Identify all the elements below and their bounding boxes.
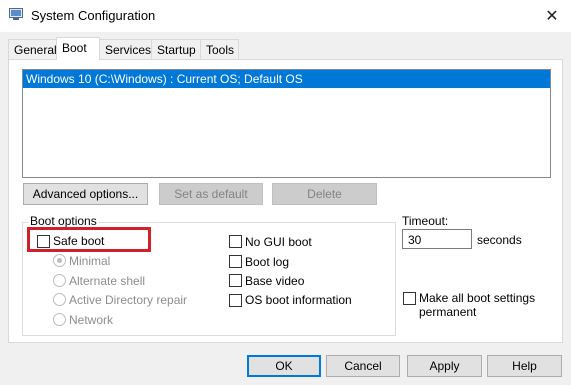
advanced-options-button[interactable]: Advanced options...	[23, 183, 148, 205]
base-video-checkbox[interactable]	[229, 274, 242, 287]
tab-label: Startup	[157, 43, 196, 57]
timeout-unit-label: seconds	[477, 233, 522, 247]
tab-tools[interactable]: Tools	[200, 39, 239, 59]
timeout-input[interactable]: 30	[402, 229, 472, 249]
timeout-label: Timeout:	[402, 214, 449, 228]
radio-dot	[57, 258, 62, 263]
boot-entry-item[interactable]: Windows 10 (C:\Windows) : Current OS; De…	[23, 70, 550, 88]
tab-label: General	[14, 43, 57, 57]
minimal-radio[interactable]	[53, 254, 66, 267]
active-directory-repair-label: Active Directory repair	[69, 293, 188, 307]
tab-startup[interactable]: Startup	[151, 39, 201, 59]
tab-general[interactable]: General	[8, 39, 57, 59]
network-radio[interactable]	[53, 313, 66, 326]
no-gui-boot-checkbox[interactable]	[229, 235, 242, 248]
button-label: Advanced options...	[32, 187, 139, 201]
make-permanent-label-line1[interactable]: Make all boot settings	[419, 291, 535, 305]
alternate-shell-radio[interactable]	[53, 274, 66, 287]
window-title: System Configuration	[31, 8, 156, 23]
button-label: Delete	[307, 187, 342, 201]
button-label: Apply	[429, 359, 460, 373]
cancel-button[interactable]: Cancel	[326, 355, 400, 377]
no-gui-boot-label[interactable]: No GUI boot	[245, 235, 312, 249]
boot-log-label[interactable]: Boot log	[245, 255, 289, 269]
os-boot-information-checkbox[interactable]	[229, 294, 242, 307]
tab-label: Services	[105, 43, 152, 57]
close-icon[interactable]: ✕	[538, 4, 566, 28]
boot-log-checkbox[interactable]	[229, 255, 242, 268]
make-permanent-checkbox[interactable]	[403, 292, 416, 305]
safe-boot-highlight	[27, 227, 151, 252]
base-video-label[interactable]: Base video	[245, 274, 304, 288]
apply-button[interactable]: Apply	[407, 355, 482, 377]
boot-options-label: Boot options	[28, 214, 99, 228]
minimal-label: Minimal	[69, 254, 111, 268]
os-boot-information-label[interactable]: OS boot information	[245, 293, 352, 307]
tab-label: Boot	[62, 41, 87, 55]
ok-button[interactable]: OK	[247, 355, 321, 377]
active-directory-repair-radio[interactable]	[53, 293, 66, 306]
help-button[interactable]: Help	[487, 355, 562, 377]
alternate-shell-label: Alternate shell	[69, 274, 146, 288]
tab-services[interactable]: Services	[99, 39, 152, 59]
button-label: OK	[275, 359, 293, 373]
system-configuration-icon	[9, 8, 23, 20]
tab-boot[interactable]: Boot	[56, 37, 100, 60]
button-label: Help	[512, 359, 537, 373]
button-label: Cancel	[344, 359, 382, 373]
tab-label: Tools	[206, 43, 235, 57]
button-label: Set as default	[174, 187, 248, 201]
make-permanent-label-line2[interactable]: permanent	[419, 305, 476, 319]
set-as-default-button[interactable]: Set as default	[159, 183, 263, 205]
network-label: Network	[69, 313, 114, 327]
delete-button[interactable]: Delete	[272, 183, 377, 205]
